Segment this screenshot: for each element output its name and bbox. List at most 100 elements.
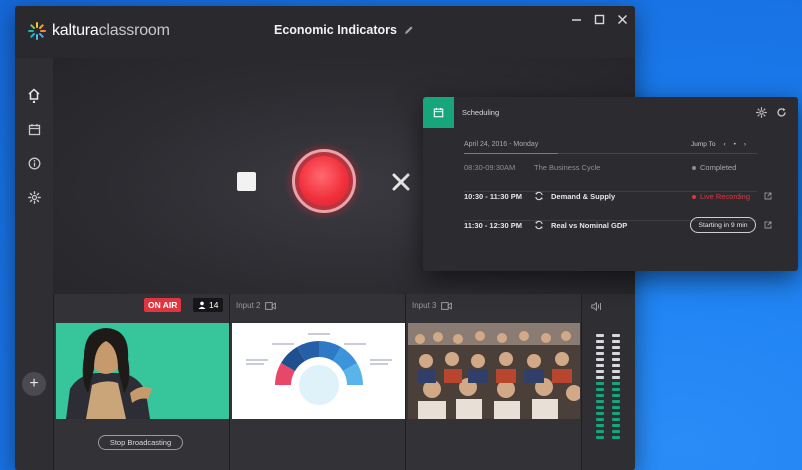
schedule-date: April 24, 2016 - Monday	[464, 141, 539, 148]
stop-broadcasting-button[interactable]: Stop Broadcasting	[98, 435, 183, 450]
schedule-name: Demand & Supply	[551, 192, 616, 201]
meter-segment	[612, 418, 620, 421]
meter-segment	[612, 400, 620, 403]
audio-meter-right	[612, 334, 620, 442]
meter-segment	[612, 382, 620, 385]
logo-text-light: classroom	[98, 22, 170, 39]
schedule-row[interactable]: 08:30-09:30AM The Business Cycle Complet…	[464, 163, 757, 192]
meter-segment	[596, 412, 604, 415]
meter-segment	[596, 352, 604, 355]
speaker-icon[interactable]	[591, 302, 602, 311]
settings-icon[interactable]	[756, 107, 767, 118]
maximize-icon[interactable]	[592, 12, 606, 26]
meter-segment	[596, 394, 604, 397]
status-completed: Completed	[692, 163, 736, 172]
presenter-video	[56, 323, 230, 419]
schedule-time: 08:30-09:30AM	[464, 163, 516, 172]
calendar-icon[interactable]	[25, 120, 43, 138]
classroom-audience-video	[408, 323, 580, 419]
video-camera-icon	[265, 301, 277, 310]
scheduling-actions	[756, 107, 787, 118]
video-camera-icon	[441, 301, 453, 310]
window-controls	[569, 12, 629, 26]
meter-segment	[612, 334, 620, 337]
schedule-name: The Business Cycle	[534, 163, 601, 172]
open-external-icon[interactable]	[764, 221, 772, 229]
viewer-count: 14	[209, 300, 219, 310]
status-live: Live Recording	[692, 192, 750, 201]
session-title-text: Economic Indicators	[274, 23, 397, 37]
edit-pencil-icon[interactable]	[404, 25, 414, 35]
meter-segment	[596, 406, 604, 409]
meter-segment	[612, 412, 620, 415]
meter-segment	[596, 430, 604, 433]
input-3-panel: Input 3	[405, 294, 581, 470]
meter-segment	[612, 430, 620, 433]
record-button[interactable]	[299, 156, 349, 206]
meter-segment	[612, 424, 620, 427]
live-dot-icon	[692, 194, 696, 199]
kaltura-sunburst-icon	[28, 22, 46, 40]
app-logo: kalturaclassroom	[27, 21, 170, 41]
add-input-button[interactable]: +	[22, 372, 46, 396]
audience-thumbnail[interactable]	[408, 323, 580, 419]
meter-segment	[612, 394, 620, 397]
audio-meter-panel	[581, 294, 635, 470]
minimize-icon[interactable]	[569, 12, 583, 26]
meter-segment	[612, 358, 620, 361]
meter-segment	[596, 340, 604, 343]
meter-segment	[612, 364, 620, 367]
input-1-panel: ON AIR 14 Stop Broadcasting	[53, 294, 230, 470]
open-external-icon[interactable]	[764, 192, 772, 200]
starting-soon-button[interactable]: Starting in 9 min	[690, 217, 756, 233]
scheduling-title: Scheduling	[462, 108, 500, 117]
calendar-icon	[433, 107, 444, 118]
camera-thumbnail[interactable]	[56, 323, 230, 419]
viewer-count-badge: 14	[193, 298, 224, 312]
recurring-icon	[535, 220, 543, 230]
close-icon[interactable]	[615, 12, 629, 26]
inputs-strip: + ON AIR 14 Stop Broadcasting Input 2 In…	[15, 294, 635, 470]
on-air-badge: ON AIR	[144, 298, 182, 312]
input-2-header: Input 2	[236, 301, 277, 310]
add-column: +	[15, 294, 53, 470]
input-3-header: Input 3	[412, 301, 453, 310]
meter-segment	[596, 418, 604, 421]
meter-segment	[596, 346, 604, 349]
today-dot-icon[interactable]: •	[734, 141, 736, 148]
schedule-time: 10:30 - 11:30 PM	[464, 192, 522, 201]
stop-button[interactable]	[237, 172, 256, 191]
refresh-icon[interactable]	[776, 107, 787, 118]
settings-icon[interactable]	[25, 188, 43, 206]
close-x-icon[interactable]	[390, 171, 412, 193]
prev-day-chevron-icon[interactable]: ‹	[723, 141, 725, 148]
meter-segment	[596, 424, 604, 427]
scheduling-tab[interactable]	[423, 97, 454, 128]
date-row: April 24, 2016 - Monday Jump To ‹ • ›	[464, 141, 757, 155]
input-3-label: Input 3	[412, 301, 437, 310]
meter-segment	[612, 340, 620, 343]
meter-segment	[596, 400, 604, 403]
scheduling-panel: Scheduling April 24, 2016 - Monday Jump …	[423, 97, 798, 271]
audio-meter-left	[596, 334, 604, 442]
schedule-row[interactable]: 11:30 - 12:30 PM Real vs Nominal GDP Sta…	[464, 217, 772, 250]
date-underline	[464, 153, 558, 154]
jump-to-control: Jump To ‹ • ›	[691, 141, 746, 148]
meter-segment	[596, 334, 604, 337]
meter-segment	[596, 388, 604, 391]
schedule-time: 11:30 - 12:30 PM	[464, 221, 522, 230]
meter-segment	[612, 352, 620, 355]
info-icon[interactable]	[25, 154, 43, 172]
slide-thumbnail[interactable]	[232, 323, 406, 419]
meter-segment	[612, 406, 620, 409]
meter-segment	[596, 376, 604, 379]
meter-segment	[596, 382, 604, 385]
meter-segment	[596, 364, 604, 367]
input-2-panel: Input 2	[229, 294, 406, 470]
schedule-name: Real vs Nominal GDP	[551, 221, 628, 230]
titlebar: kalturaclassroom Economic Indicators	[15, 6, 635, 58]
home-icon[interactable]	[25, 86, 43, 104]
date-divider	[558, 153, 757, 154]
recurring-icon	[535, 191, 543, 201]
next-day-chevron-icon[interactable]: ›	[744, 141, 746, 148]
